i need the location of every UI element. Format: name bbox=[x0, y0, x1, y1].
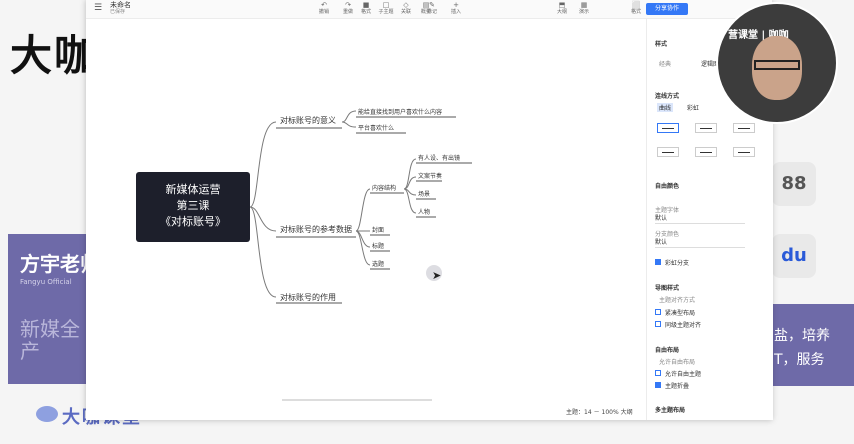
slide-title: 大咖 bbox=[10, 31, 99, 80]
line-option-rainbow[interactable]: 彩虹 bbox=[687, 103, 699, 112]
subtopic-button[interactable]: □ 子主题 bbox=[376, 2, 396, 16]
topic-b2-c1-2[interactable]: 文案节奏 bbox=[418, 171, 442, 180]
align-checkbox[interactable] bbox=[655, 321, 661, 327]
free-topic-label: 允许自由主题 bbox=[665, 371, 702, 378]
webcam-overlay: 营课堂 | 咖咖 bbox=[716, 2, 838, 124]
compact-checkbox[interactable] bbox=[655, 309, 661, 315]
line-style-4[interactable] bbox=[657, 147, 679, 157]
presenter-sub: Fangyu Official bbox=[20, 278, 72, 286]
format-icon: ■ bbox=[362, 1, 370, 9]
zoom-out-button[interactable]: － bbox=[594, 409, 600, 416]
outline-button[interactable]: ⬒ 大纲 bbox=[552, 2, 572, 16]
topic-b1-c1[interactable]: 能给直接找到用户喜欢什么内容 bbox=[358, 107, 442, 116]
topic-b2-c1-4[interactable]: 人物 bbox=[418, 207, 430, 216]
present-button[interactable]: ▦ 演示 bbox=[574, 2, 594, 16]
rainbow-label: 彩虹分支 bbox=[665, 260, 690, 267]
marker-button[interactable]: ✎ 标记 bbox=[422, 2, 442, 16]
menu-icon[interactable]: ☰ bbox=[94, 3, 102, 13]
line-style-5[interactable] bbox=[695, 147, 717, 157]
section-structure: 导图样式 bbox=[655, 285, 680, 292]
fold-checkbox[interactable] bbox=[655, 382, 661, 388]
app-icon-1: 88 bbox=[772, 162, 816, 206]
panel-icon: ⬜ bbox=[631, 1, 641, 9]
structure-sub: 主题对齐方式 bbox=[659, 297, 696, 304]
topic-b1-c2[interactable]: 平台喜欢什么 bbox=[358, 123, 394, 132]
outline-icon: ⬒ bbox=[558, 1, 566, 9]
style-option-classic[interactable]: 经典 bbox=[659, 59, 671, 68]
right-slide-card: 盐，培养 T，服务 bbox=[772, 304, 854, 386]
section-free: 自由布局 bbox=[655, 347, 680, 354]
free-topic-checkbox[interactable] bbox=[655, 370, 661, 376]
document-status: 已保存 bbox=[110, 9, 126, 15]
topic-b1[interactable]: 对标账号的意义 bbox=[280, 115, 336, 126]
section-style: 样式 bbox=[655, 41, 668, 48]
line-option-curve[interactable]: 曲线 bbox=[657, 103, 674, 112]
glasses-icon bbox=[754, 60, 800, 70]
topic-b2-c2[interactable]: 封面 bbox=[372, 225, 384, 234]
align-label: 同级主题对齐 bbox=[665, 322, 702, 329]
topic-b2-c1-1[interactable]: 有人设、有出镜 bbox=[418, 153, 460, 162]
zoom-level[interactable]: 100% bbox=[602, 409, 619, 416]
mouse-pointer-icon: ➤ bbox=[432, 269, 442, 282]
insert-button[interactable]: + 插入 bbox=[446, 2, 466, 16]
root-line-1: 新媒体运营 bbox=[165, 183, 221, 196]
undo-button[interactable]: ↶ 撤销 bbox=[314, 2, 334, 16]
panel-toggle-button[interactable]: ⬜ 格式 bbox=[626, 2, 646, 16]
free-sub: 允许自由布局 bbox=[659, 359, 696, 366]
top-toolbar: ☰ 未命名 已保存 ↶ 撤销 ↷ 重做 ■ 格式 □ 子主题 ◇ 关联 ▤ 概要 ✎ 标记 +… bbox=[86, 0, 772, 19]
relation-icon: ◇ bbox=[403, 1, 409, 9]
share-button[interactable]: 分享协作 bbox=[646, 3, 688, 15]
redo-icon: ↷ bbox=[345, 1, 351, 9]
present-icon: ▦ bbox=[580, 1, 588, 9]
horizontal-scrollbar[interactable] bbox=[282, 399, 432, 401]
root-line-3: 《对标账号》 bbox=[160, 215, 226, 228]
field-font-select[interactable]: 默认 bbox=[655, 213, 745, 224]
baidu-icon: du bbox=[772, 234, 816, 278]
redo-button[interactable]: ↷ 重做 bbox=[338, 2, 358, 16]
format-button[interactable]: ■ 格式 bbox=[356, 2, 376, 16]
section-line: 连线方式 bbox=[655, 93, 680, 100]
presenter-card: 方宇老师 Fangyu Official 新媒全产 bbox=[8, 234, 100, 384]
topic-b2-c1-3[interactable]: 场景 bbox=[418, 189, 430, 198]
right-text-1: 盐，培养 bbox=[774, 328, 830, 344]
line-style-6[interactable] bbox=[733, 147, 755, 157]
line-style-3[interactable] bbox=[733, 123, 755, 133]
field-branch-select[interactable]: 默认 bbox=[655, 237, 745, 248]
root-topic[interactable]: 新媒体运营 第三课 《对标账号》 bbox=[136, 172, 250, 242]
subtopic-icon: □ bbox=[382, 1, 390, 9]
section-color: 自由颜色 bbox=[655, 183, 680, 190]
plus-icon: + bbox=[453, 1, 459, 9]
topic-b3[interactable]: 对标账号的作用 bbox=[280, 292, 336, 303]
topic-b2[interactable]: 对标账号的参考数据 bbox=[280, 224, 352, 235]
presenter-tagline: 新媒全产 bbox=[20, 317, 80, 363]
status-bar: 主题：14 － 100% 大纲 bbox=[566, 407, 633, 416]
topic-b2-c3[interactable]: 标题 bbox=[372, 241, 384, 250]
section-multi: 多主题布局 bbox=[655, 407, 686, 414]
topic-b2-c1[interactable]: 内容结构 bbox=[372, 183, 396, 192]
fold-label: 主题折叠 bbox=[665, 383, 690, 390]
topic-b2-c4[interactable]: 选题 bbox=[372, 259, 384, 268]
marker-icon: ✎ bbox=[429, 1, 435, 9]
root-line-2: 第三课 bbox=[176, 199, 210, 212]
line-style-1[interactable] bbox=[657, 123, 679, 133]
line-style-2[interactable] bbox=[695, 123, 717, 133]
rainbow-checkbox[interactable] bbox=[655, 259, 661, 265]
mindmap-canvas[interactable]: 新媒体运营 第三课 《对标账号》 对标账号的意义 能给直接找到用户喜欢什么内容 … bbox=[86, 19, 644, 420]
undo-icon: ↶ bbox=[321, 1, 327, 9]
relation-button[interactable]: ◇ 关联 bbox=[396, 2, 416, 16]
brand-logo-icon bbox=[36, 406, 58, 422]
compact-label: 紧凑型布局 bbox=[665, 310, 696, 317]
right-text-2: T，服务 bbox=[774, 352, 825, 368]
topic-count: 主题：14 bbox=[566, 409, 592, 416]
outline-toggle[interactable]: 大纲 bbox=[621, 409, 633, 416]
mindmap-app-window: ☰ 未命名 已保存 ↶ 撤销 ↷ 重做 ■ 格式 □ 子主题 ◇ 关联 ▤ 概要 ✎ 标记 +… bbox=[86, 0, 773, 420]
